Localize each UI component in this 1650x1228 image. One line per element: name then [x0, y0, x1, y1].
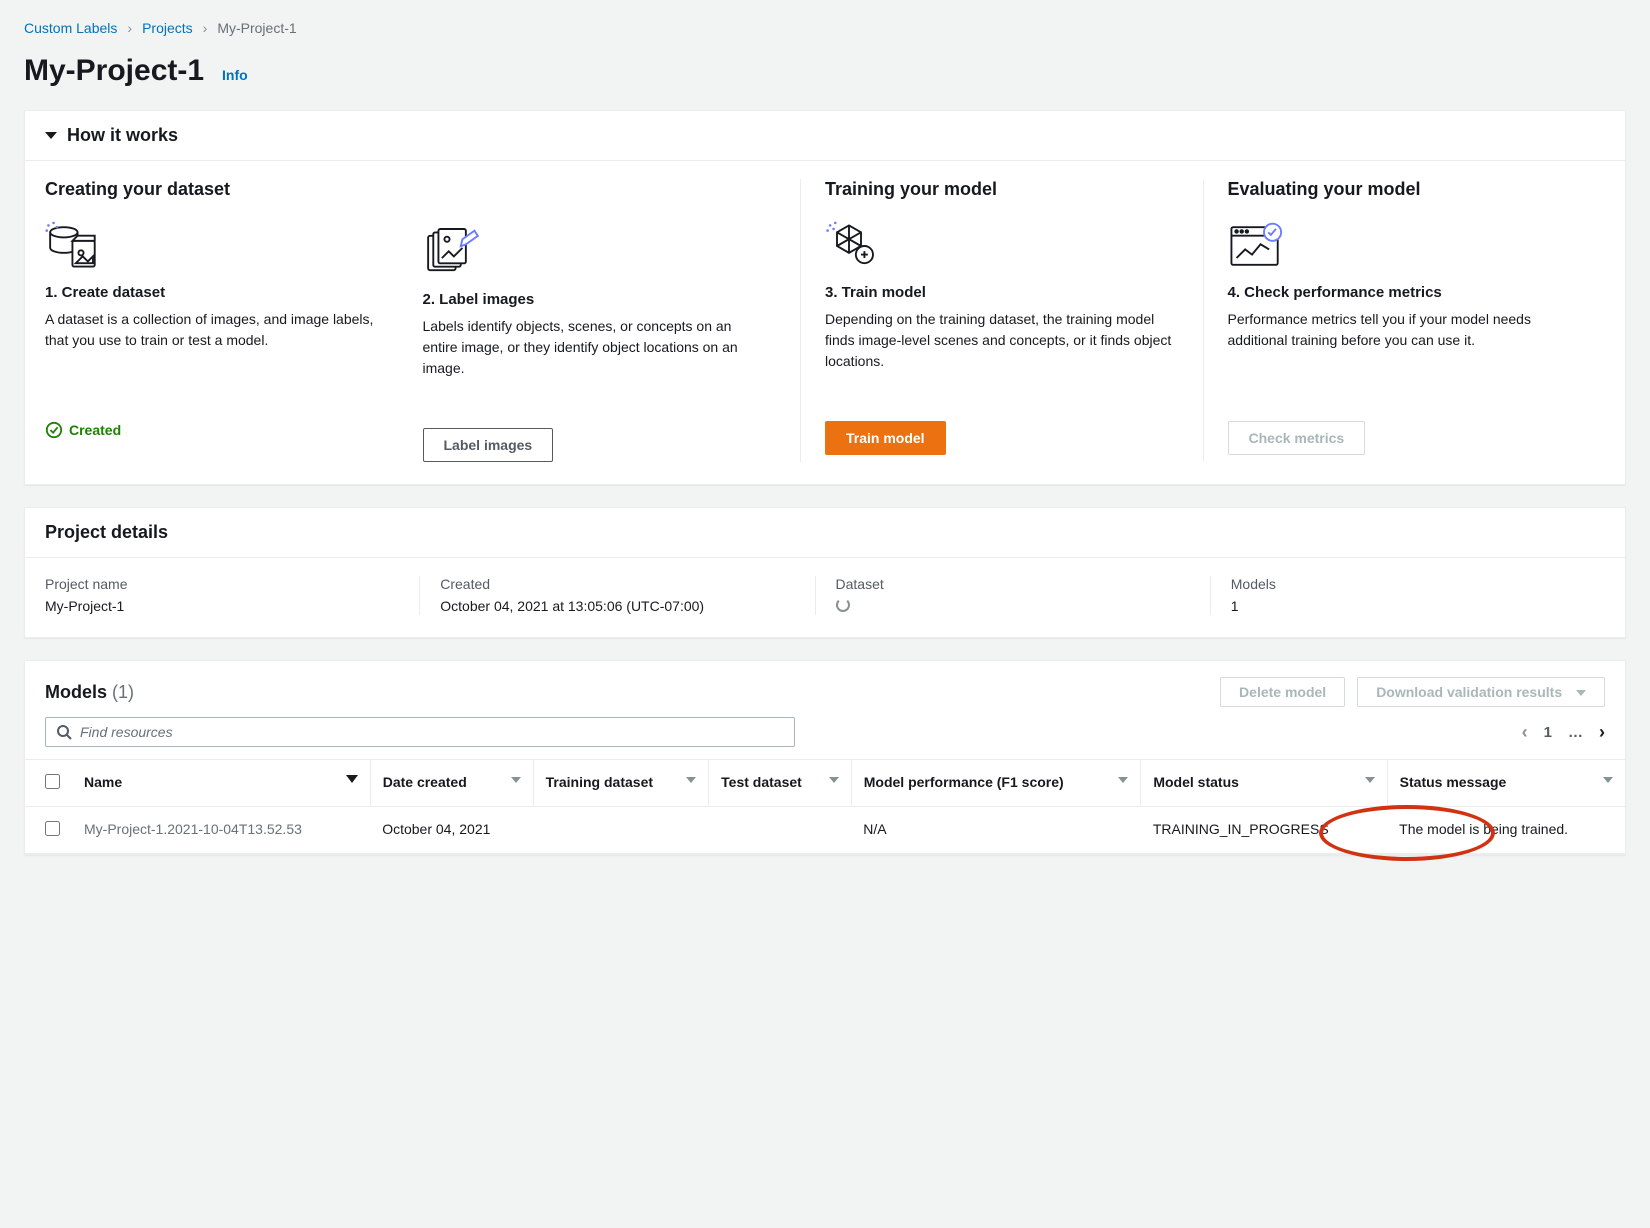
- col-name[interactable]: Name: [72, 760, 370, 807]
- col-train-dataset[interactable]: Training dataset: [533, 760, 708, 807]
- page-next-button[interactable]: ›: [1599, 722, 1605, 743]
- hiw-step-title: 1. Create dataset: [45, 284, 393, 301]
- detail-value: October 04, 2021 at 13:05:06 (UTC-07:00): [440, 598, 794, 614]
- col-message[interactable]: Status message: [1387, 760, 1625, 807]
- detail-value: My-Project-1: [45, 598, 399, 614]
- pagination: ‹ 1 … ›: [1522, 722, 1605, 743]
- hiw-step-title: 2. Label images: [423, 291, 771, 308]
- page-header: My-Project-1 Info: [24, 54, 1626, 88]
- hiw-step-check-metrics: Evaluating your model 4. Check performan…: [1228, 179, 1606, 462]
- dataset-icon: [45, 216, 393, 274]
- models-title: Models (1): [45, 682, 134, 703]
- breadcrumb-projects[interactable]: Projects: [142, 20, 193, 36]
- col-performance[interactable]: Model performance (F1 score): [851, 760, 1141, 807]
- table-row: My-Project-1.2021-10-04T13.52.53 October…: [25, 807, 1625, 854]
- divider: [800, 179, 801, 462]
- download-validation-label: Download validation results: [1376, 684, 1562, 700]
- page-number: 1: [1544, 724, 1552, 741]
- divider: [1203, 179, 1204, 462]
- status-text: TRAINING_IN_PROGRESS: [1153, 821, 1329, 837]
- label-images-icon: [423, 223, 771, 281]
- info-link[interactable]: Info: [222, 67, 248, 83]
- detail-value: 1: [1231, 598, 1585, 614]
- hiw-step-desc: Depending on the training dataset, the t…: [825, 309, 1173, 401]
- detail-models: Models 1: [1210, 576, 1605, 615]
- col-status[interactable]: Model status: [1141, 760, 1387, 807]
- hiw-step-title: 4. Check performance metrics: [1228, 284, 1576, 301]
- how-it-works-title: How it works: [67, 125, 178, 146]
- detail-label: Dataset: [836, 576, 1190, 592]
- page-prev-button[interactable]: ‹: [1522, 722, 1528, 743]
- caret-down-icon: [1576, 690, 1586, 696]
- detail-label: Created: [440, 576, 794, 592]
- download-validation-button: Download validation results: [1357, 677, 1605, 707]
- hiw-step-desc: A dataset is a collection of images, and…: [45, 309, 393, 401]
- hiw-step-train-model: Training your model 3. Train model Depen…: [825, 179, 1203, 462]
- models-table: Name Date created Training dataset Test …: [25, 759, 1625, 854]
- hiw-step-create-dataset: Creating your dataset 1. Create dataset …: [45, 179, 423, 462]
- cell-train-ds: [533, 807, 708, 854]
- detail-dataset: Dataset: [815, 576, 1210, 615]
- hiw-section-heading: Creating your dataset: [45, 179, 393, 200]
- project-details-title: Project details: [45, 522, 168, 543]
- select-all-checkbox[interactable]: [45, 774, 60, 789]
- cell-test-ds: [709, 807, 852, 854]
- detail-project-name: Project name My-Project-1: [45, 576, 419, 615]
- breadcrumb: Custom Labels › Projects › My-Project-1: [24, 20, 1626, 36]
- detail-value-loading: [836, 598, 1190, 615]
- cell-status: TRAINING_IN_PROGRESS: [1141, 807, 1387, 854]
- check-metrics-button: Check metrics: [1228, 421, 1366, 455]
- delete-model-button: Delete model: [1220, 677, 1345, 707]
- page-title: My-Project-1: [24, 54, 204, 88]
- cell-perf: N/A: [851, 807, 1141, 854]
- detail-created: Created October 04, 2021 at 13:05:06 (UT…: [419, 576, 814, 615]
- search-input[interactable]: [80, 724, 784, 740]
- hiw-step-desc: Labels identify objects, scenes, or conc…: [423, 316, 771, 408]
- models-panel: Models (1) Delete model Download validat…: [24, 660, 1626, 855]
- hiw-step-label-images: 2. Label images Labels identify objects,…: [423, 179, 801, 462]
- train-model-button[interactable]: Train model: [825, 421, 946, 455]
- chevron-right-icon: ›: [127, 20, 132, 36]
- project-details-panel: Project details Project name My-Project-…: [24, 507, 1626, 638]
- detail-label: Project name: [45, 576, 399, 592]
- created-status: Created: [45, 421, 121, 439]
- row-checkbox[interactable]: [45, 821, 60, 836]
- spinner-icon: [836, 598, 850, 612]
- metrics-icon: [1228, 216, 1576, 274]
- hiw-step-desc: Performance metrics tell you if your mod…: [1228, 309, 1576, 401]
- hiw-section-heading: Evaluating your model: [1228, 179, 1576, 200]
- project-details-header: Project details: [25, 508, 1625, 558]
- caret-down-icon: [45, 132, 57, 139]
- col-test-dataset[interactable]: Test dataset: [709, 760, 852, 807]
- detail-label: Models: [1231, 576, 1585, 592]
- models-title-text: Models: [45, 682, 107, 702]
- how-it-works-header[interactable]: How it works: [25, 111, 1625, 161]
- hiw-step-title: 3. Train model: [825, 284, 1173, 301]
- models-count: (1): [112, 682, 134, 702]
- chevron-right-icon: ›: [203, 20, 208, 36]
- cell-name[interactable]: My-Project-1.2021-10-04T13.52.53: [72, 807, 370, 854]
- col-date[interactable]: Date created: [370, 760, 533, 807]
- search-icon: [56, 724, 72, 740]
- hiw-section-heading: Training your model: [825, 179, 1173, 200]
- breadcrumb-current: My-Project-1: [217, 20, 296, 36]
- how-it-works-panel: How it works Creating your dataset 1. Cr…: [24, 110, 1626, 485]
- breadcrumb-custom-labels[interactable]: Custom Labels: [24, 20, 117, 36]
- label-images-button[interactable]: Label images: [423, 428, 554, 462]
- check-circle-icon: [45, 421, 63, 439]
- cell-msg: The model is being trained.: [1387, 807, 1625, 854]
- page-ellipsis: …: [1568, 724, 1583, 741]
- search-box[interactable]: [45, 717, 795, 747]
- created-label: Created: [69, 422, 121, 438]
- train-model-icon: [825, 216, 1173, 274]
- cell-date: October 04, 2021: [370, 807, 533, 854]
